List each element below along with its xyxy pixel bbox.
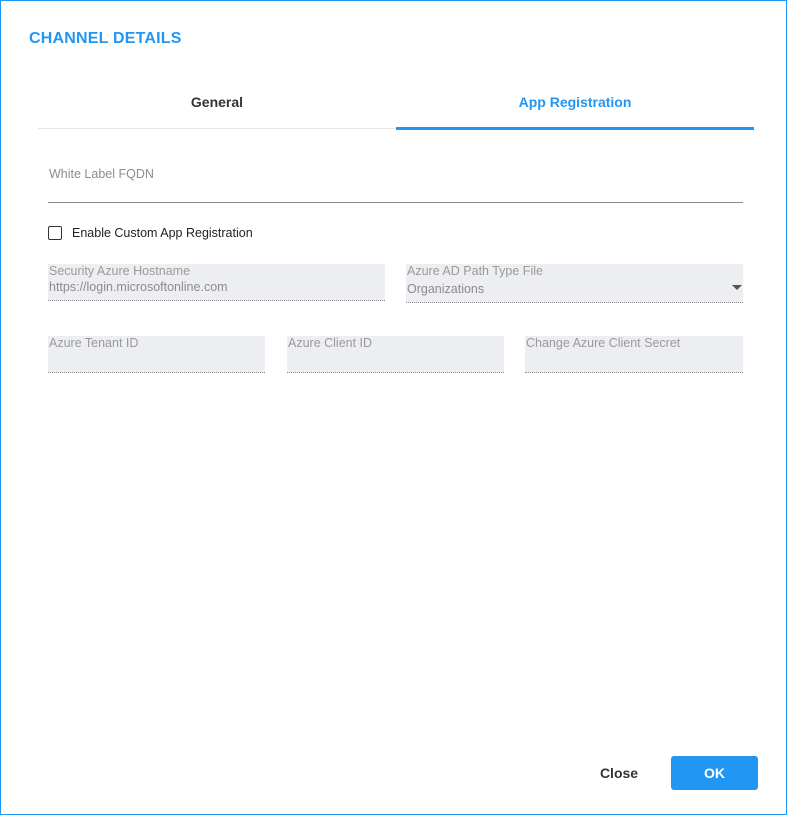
tab-app-registration[interactable]: App Registration <box>396 84 754 130</box>
tab-bar: General App Registration <box>38 84 754 130</box>
custom-app-registration-label: Enable Custom App Registration <box>72 226 253 240</box>
azure-ad-path-type-value: Organizations <box>407 282 485 296</box>
dialog-title: CHANNEL DETAILS <box>29 30 182 47</box>
security-azure-hostname-field: Security Azure Hostname https://login.mi… <box>48 264 385 301</box>
custom-app-registration-row[interactable]: Enable Custom App Registration <box>48 226 253 240</box>
azure-ad-path-type-select: Azure AD Path Type File Organizations <box>406 264 743 303</box>
azure-client-id-field: Azure Client ID <box>287 336 504 373</box>
security-azure-hostname-value: https://login.microsoftonline.com <box>49 280 228 294</box>
azure-ad-path-type-label: Azure AD Path Type File <box>407 264 543 278</box>
white-label-fqdn-label: White Label FQDN <box>49 167 154 181</box>
tab-general[interactable]: General <box>38 84 396 128</box>
caret-down-icon <box>732 285 742 290</box>
azure-client-secret-field: Change Azure Client Secret <box>525 336 743 373</box>
ok-button[interactable]: OK <box>671 756 758 790</box>
azure-tenant-id-field: Azure Tenant ID <box>48 336 265 373</box>
channel-details-dialog: CHANNEL DETAILS General App Registration… <box>0 0 787 815</box>
white-label-fqdn-field[interactable]: White Label FQDN <box>48 159 743 203</box>
azure-tenant-id-label: Azure Tenant ID <box>49 336 139 350</box>
checkbox-unchecked-icon[interactable] <box>48 226 62 240</box>
azure-client-id-label: Azure Client ID <box>288 336 373 350</box>
azure-client-secret-label: Change Azure Client Secret <box>526 336 681 350</box>
security-azure-hostname-label: Security Azure Hostname <box>49 264 191 278</box>
close-button[interactable]: Close <box>583 756 655 790</box>
